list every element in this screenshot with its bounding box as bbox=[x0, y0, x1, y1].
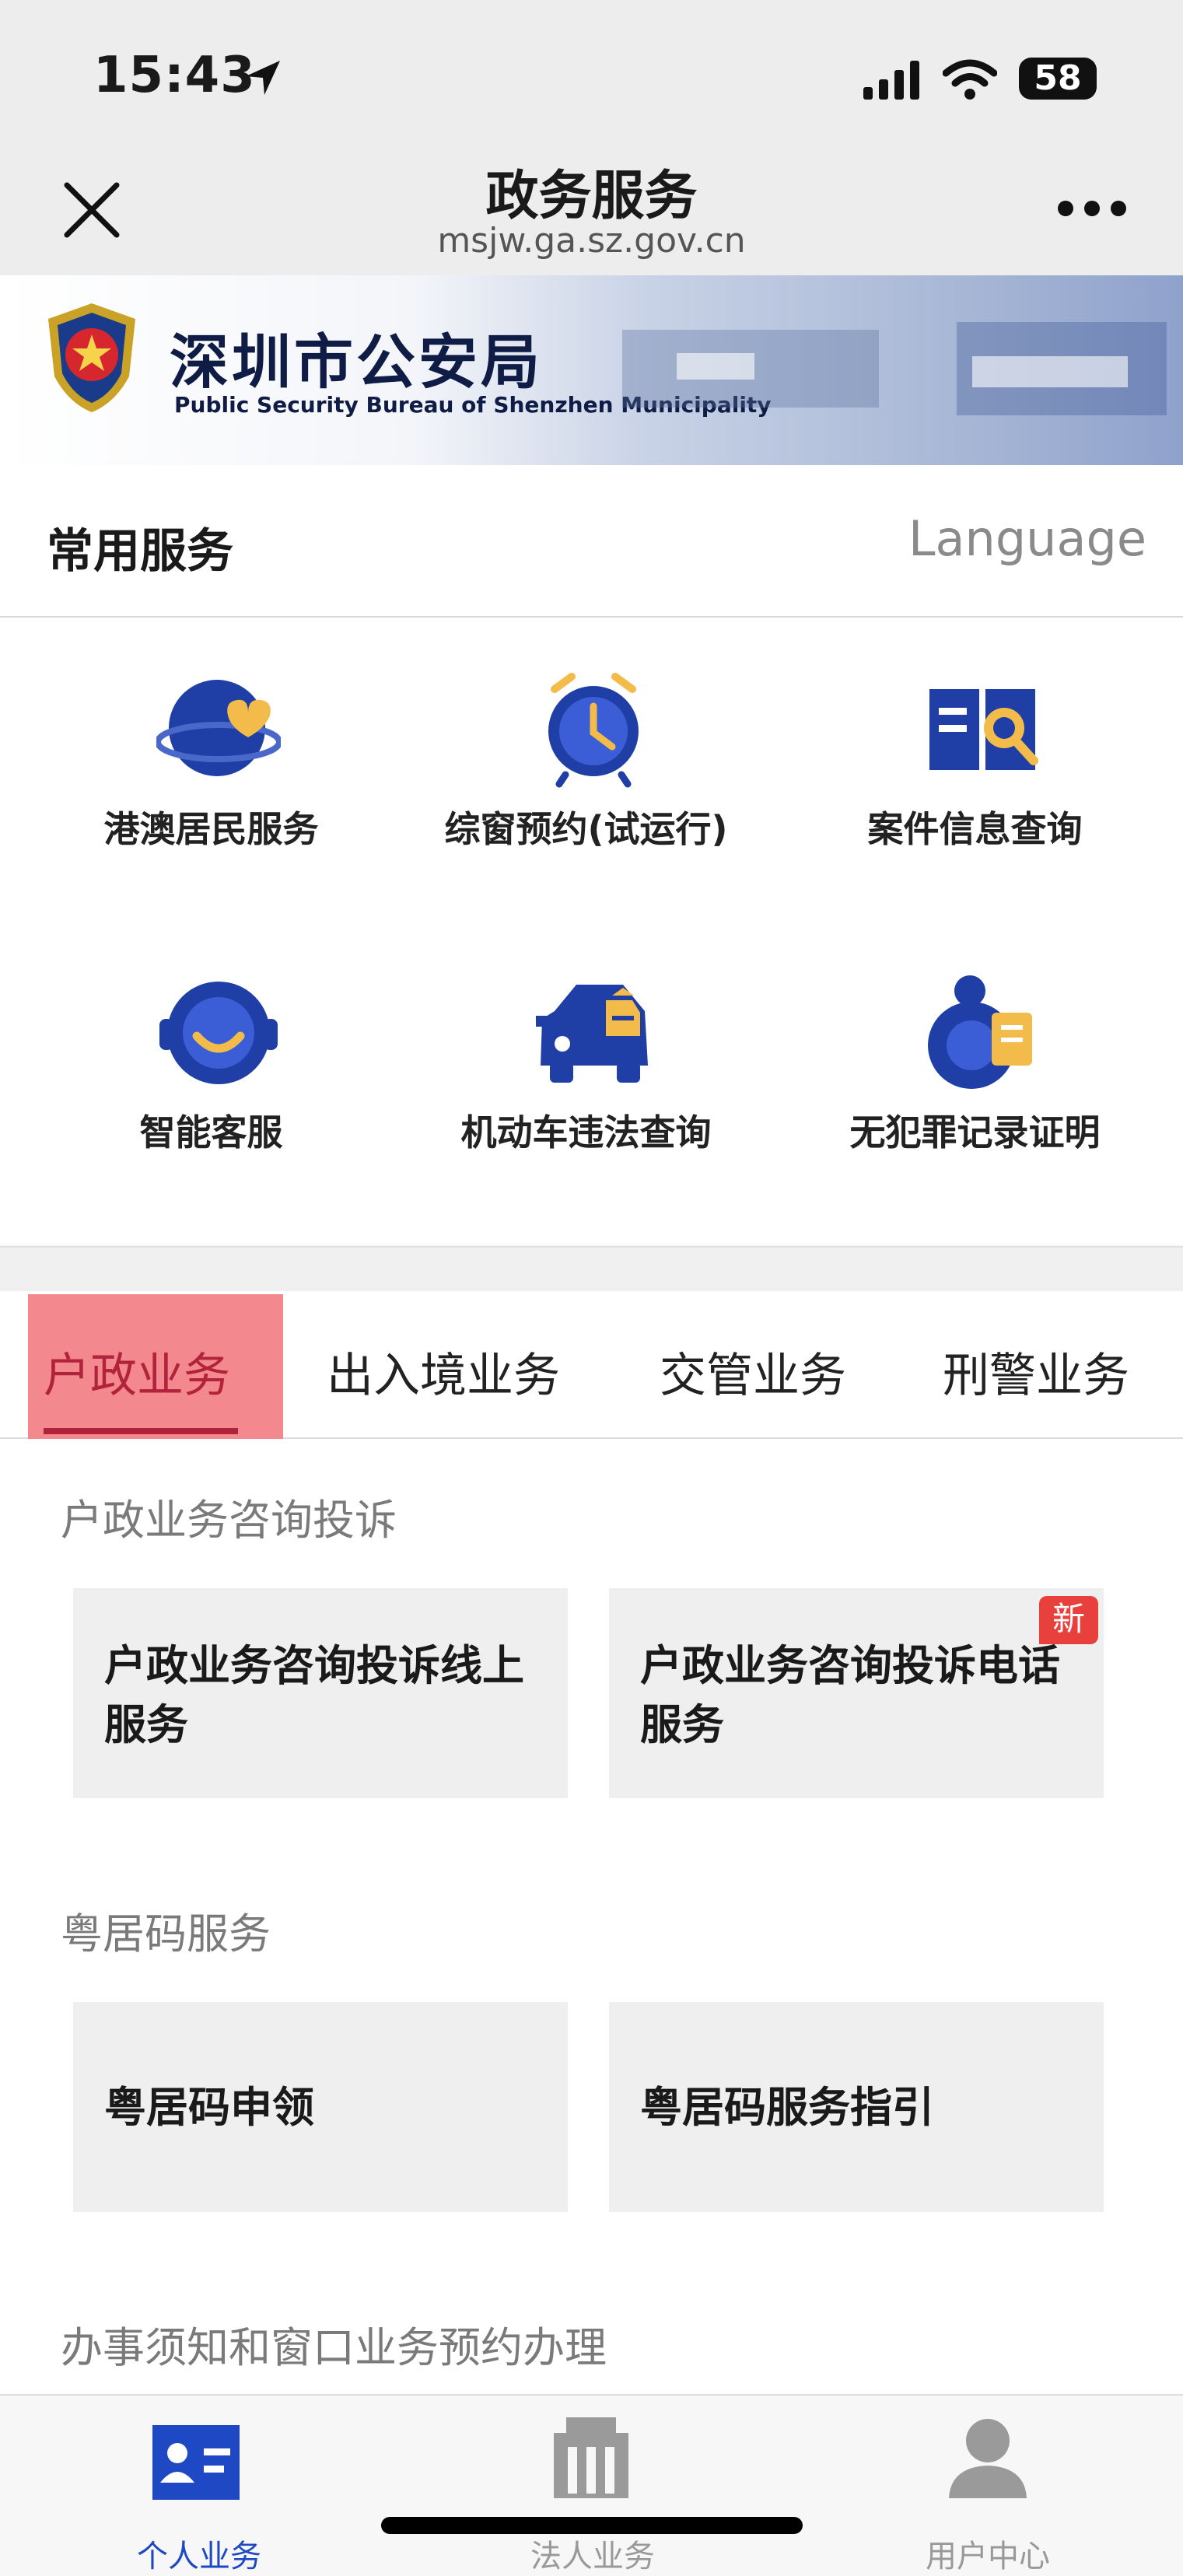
user-icon[interactable] bbox=[944, 2417, 1031, 2498]
group-title: 户政业务咨询投诉 bbox=[61, 1496, 397, 1545]
service-grid: 港澳居民服务 综窗预约(试运行) 案件信息查询 智能客服 机动车违法查询 无犯罪… bbox=[0, 618, 1183, 1244]
business-tabs: 户政业务 出入境业务 交管业务 刑警业务 bbox=[0, 1291, 1183, 1444]
service-item-label: 港澳居民服务 bbox=[103, 808, 319, 850]
language-button[interactable]: Language bbox=[908, 510, 1146, 567]
page-url: msjw.ga.sz.gov.cn bbox=[437, 221, 746, 261]
card-label: 粤居码申领 bbox=[104, 2083, 314, 2132]
card-consult-phone[interactable]: 户政业务咨询投诉电话服务 bbox=[609, 1588, 1104, 1798]
card-label: 户政业务咨询投诉线上服务 bbox=[104, 1641, 524, 1749]
new-badge: 新 bbox=[1039, 1596, 1098, 1644]
bottom-nav-label-personal[interactable]: 个人业务 bbox=[137, 2531, 261, 2576]
bottom-nav-label-user[interactable]: 用户中心 bbox=[926, 2531, 1050, 2576]
card-label: 粤居码服务指引 bbox=[640, 2083, 934, 2132]
tab-content: 户政业务咨询投诉 户政业务咨询投诉线上服务 户政业务咨询投诉电话服务 粤居码服务… bbox=[0, 1439, 1183, 2396]
card-label: 户政业务咨询投诉电话服务 bbox=[640, 1641, 1060, 1749]
alarm-clock-icon bbox=[548, 673, 639, 788]
service-item-label: 机动车违法查询 bbox=[460, 1111, 712, 1153]
card-residence-code-apply[interactable]: 粤居码申领 bbox=[73, 2002, 568, 2212]
globe-heart-icon bbox=[156, 680, 281, 776]
service-item-vehicle-violation[interactable]: 机动车违法查询 bbox=[389, 921, 783, 1224]
battery-level: 58 bbox=[1034, 58, 1082, 98]
signal-icon bbox=[863, 61, 919, 100]
police-emblem-icon bbox=[48, 303, 135, 412]
bureau-title: 深圳市公安局 bbox=[170, 327, 543, 397]
location-arrow-icon bbox=[246, 61, 280, 95]
service-item-label: 无犯罪记录证明 bbox=[849, 1111, 1101, 1153]
badge-certificate-icon bbox=[928, 975, 1032, 1089]
bottom-nav-label-corporate[interactable]: 法人业务 bbox=[530, 2531, 655, 2576]
card-residence-code-guide[interactable]: 粤居码服务指引 bbox=[609, 2002, 1104, 2212]
section-title: 常用服务 bbox=[47, 524, 233, 579]
service-item-label: 案件信息查询 bbox=[867, 808, 1083, 850]
group-title: 办事须知和窗口业务预约办理 bbox=[61, 2323, 607, 2372]
more-icon[interactable] bbox=[1058, 201, 1137, 219]
service-item-hk-macao[interactable]: 港澳居民服务 bbox=[14, 618, 408, 921]
home-indicator bbox=[381, 2517, 803, 2534]
battery-icon: 58 bbox=[1019, 58, 1097, 100]
group-title: 粤居码服务 bbox=[61, 1909, 271, 1958]
status-time: 15:43 bbox=[93, 47, 256, 104]
police-car-icon bbox=[536, 985, 648, 1083]
tab-entry-exit[interactable]: 出入境业务 bbox=[327, 1338, 560, 1405]
document-search-icon bbox=[929, 689, 1038, 770]
id-card-icon bbox=[152, 2425, 240, 2500]
service-item-smart-support[interactable]: 智能客服 bbox=[14, 921, 408, 1224]
card-consult-online[interactable]: 户政业务咨询投诉线上服务 bbox=[73, 1588, 568, 1798]
page-title: 政务服务 bbox=[485, 166, 698, 227]
tab-traffic[interactable]: 交管业务 bbox=[660, 1338, 846, 1405]
service-item-label: 综窗预约(试运行) bbox=[444, 808, 728, 850]
bureau-banner: 深圳市公安局 Public Security Bureau of Shenzhe… bbox=[0, 275, 1183, 465]
tab-household[interactable]: 户政业务 bbox=[44, 1338, 230, 1405]
tab-criminal[interactable]: 刑警业务 bbox=[943, 1338, 1129, 1405]
office-glass-image bbox=[622, 322, 1167, 415]
building-icon[interactable] bbox=[548, 2417, 635, 2498]
bottom-nav: 个人业务 法人业务 用户中心 bbox=[0, 2394, 1183, 2574]
headset-smile-icon bbox=[159, 982, 278, 1084]
service-item-label: 智能客服 bbox=[139, 1111, 283, 1153]
common-services-header: 常用服务 Language bbox=[0, 465, 1183, 618]
top-bar: 15:43 58 政务服务 msjw.ga.sz.gov.cn bbox=[0, 0, 1183, 275]
section-divider bbox=[0, 1246, 1183, 1293]
tab-active-underline bbox=[44, 1428, 238, 1434]
service-item-no-criminal-record[interactable]: 无犯罪记录证明 bbox=[778, 921, 1172, 1224]
wifi-icon bbox=[943, 59, 997, 100]
service-item-window-booking[interactable]: 综窗预约(试运行) bbox=[389, 618, 783, 921]
service-item-case-query[interactable]: 案件信息查询 bbox=[778, 618, 1172, 921]
